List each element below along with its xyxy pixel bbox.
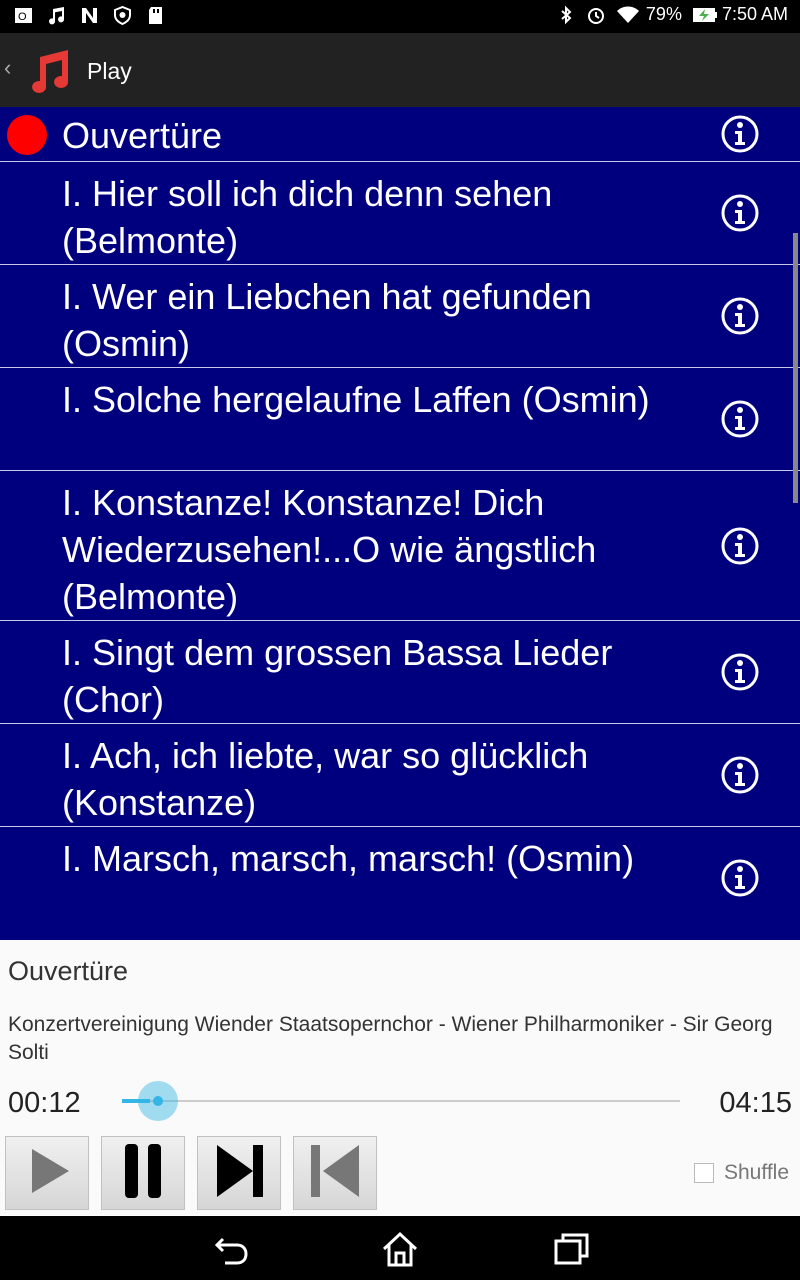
battery-percent: 79% — [645, 4, 682, 24]
svg-text:O: O — [18, 11, 27, 23]
seek-thumb[interactable] — [137, 1081, 178, 1121]
shield-icon — [113, 5, 132, 26]
track-title: I. Ach, ich liebte, war so glücklich (Ko… — [62, 735, 589, 823]
info-icon[interactable] — [720, 114, 760, 154]
track-title: I. Singt dem grossen Bassa Lieder (Chor) — [62, 632, 613, 720]
system-nav-bar — [0, 1216, 800, 1280]
battery-charging-icon — [692, 5, 717, 25]
list-item[interactable]: I. Ach, ich liebte, war so glücklich (Ko… — [0, 724, 800, 827]
wifi-icon — [616, 5, 639, 25]
total-duration: 04:15 — [719, 1087, 792, 1119]
list-item[interactable]: Ouvertüre — [0, 107, 800, 162]
shuffle-toggle[interactable]: Shuffle — [694, 1161, 789, 1185]
list-item[interactable]: I. Konstanze! Konstanze! Dich Wiederzuse… — [0, 471, 800, 621]
list-item[interactable]: I. Solche hergelaufne Laffen (Osmin) — [0, 368, 800, 471]
music-note-icon — [47, 6, 66, 25]
next-button[interactable] — [197, 1136, 281, 1210]
system-status: 79% 7:50 AM — [556, 4, 788, 25]
home-icon[interactable] — [380, 1229, 420, 1269]
play-button[interactable] — [5, 1136, 89, 1210]
previous-icon — [303, 1141, 367, 1206]
shuffle-checkbox[interactable] — [694, 1163, 714, 1183]
info-icon[interactable] — [720, 193, 760, 233]
recents-icon[interactable] — [551, 1229, 591, 1269]
elapsed-time: 00:12 — [8, 1087, 81, 1119]
track-title: I. Wer ein Liebchen hat gefunden (Osmin) — [62, 276, 592, 364]
track-title: Ouvertüre — [62, 115, 223, 156]
shuffle-label: Shuffle — [724, 1161, 789, 1184]
app-bar: ‹ Play — [0, 33, 800, 107]
pause-icon — [113, 1140, 173, 1207]
status-bar: O 79% 7:50 AM — [0, 0, 800, 33]
red-dot-icon — [7, 115, 47, 155]
now-playing-title: Ouvertüre — [8, 956, 129, 986]
playlist[interactable]: Ouvertüre I. Hier soll ich dich denn seh… — [0, 107, 800, 940]
list-item[interactable]: I. Marsch, marsch, marsch! (Osmin) — [0, 827, 800, 937]
list-item[interactable]: I. Singt dem grossen Bassa Lieder (Chor) — [0, 621, 800, 724]
news-icon — [80, 6, 99, 25]
info-icon[interactable] — [720, 652, 760, 692]
previous-button[interactable] — [293, 1136, 377, 1210]
info-icon[interactable] — [720, 526, 760, 566]
info-icon[interactable] — [720, 296, 760, 336]
chevron-left-icon[interactable]: ‹ — [4, 55, 11, 81]
list-scrollbar[interactable] — [793, 233, 798, 503]
list-item[interactable]: I. Hier soll ich dich denn sehen (Belmon… — [0, 162, 800, 265]
back-icon[interactable] — [211, 1229, 251, 1269]
info-icon[interactable] — [720, 858, 760, 898]
bluetooth-icon — [556, 5, 576, 25]
seek-bar[interactable] — [122, 1081, 680, 1121]
track-title: I. Hier soll ich dich denn sehen (Belmon… — [62, 173, 553, 261]
clock: 7:50 AM — [721, 4, 788, 24]
track-title: I. Solche hergelaufne Laffen (Osmin) — [62, 379, 650, 420]
info-icon[interactable] — [720, 755, 760, 795]
list-item[interactable]: I. Wer ein Liebchen hat gefunden (Osmin) — [0, 265, 800, 368]
track-title: I. Konstanze! Konstanze! Dich Wiederzuse… — [62, 482, 597, 617]
page-title: Play — [87, 58, 132, 84]
track-title: I. Marsch, marsch, marsch! (Osmin) — [62, 838, 635, 879]
pause-button[interactable] — [101, 1136, 185, 1210]
sd-card-icon — [146, 6, 165, 25]
now-playing-artist: Konzertvereinigung Wiender Staatsopernch… — [8, 1013, 773, 1064]
next-icon — [207, 1141, 271, 1206]
now-playing-panel: Ouvertüre Konzertvereinigung Wiender Sta… — [0, 940, 800, 1215]
alarm-icon — [586, 5, 606, 25]
info-icon[interactable] — [720, 399, 760, 439]
outlook-icon: O — [14, 6, 33, 25]
notification-icons: O — [14, 5, 165, 26]
music-note-icon[interactable] — [24, 45, 74, 95]
play-icon — [17, 1141, 77, 1206]
